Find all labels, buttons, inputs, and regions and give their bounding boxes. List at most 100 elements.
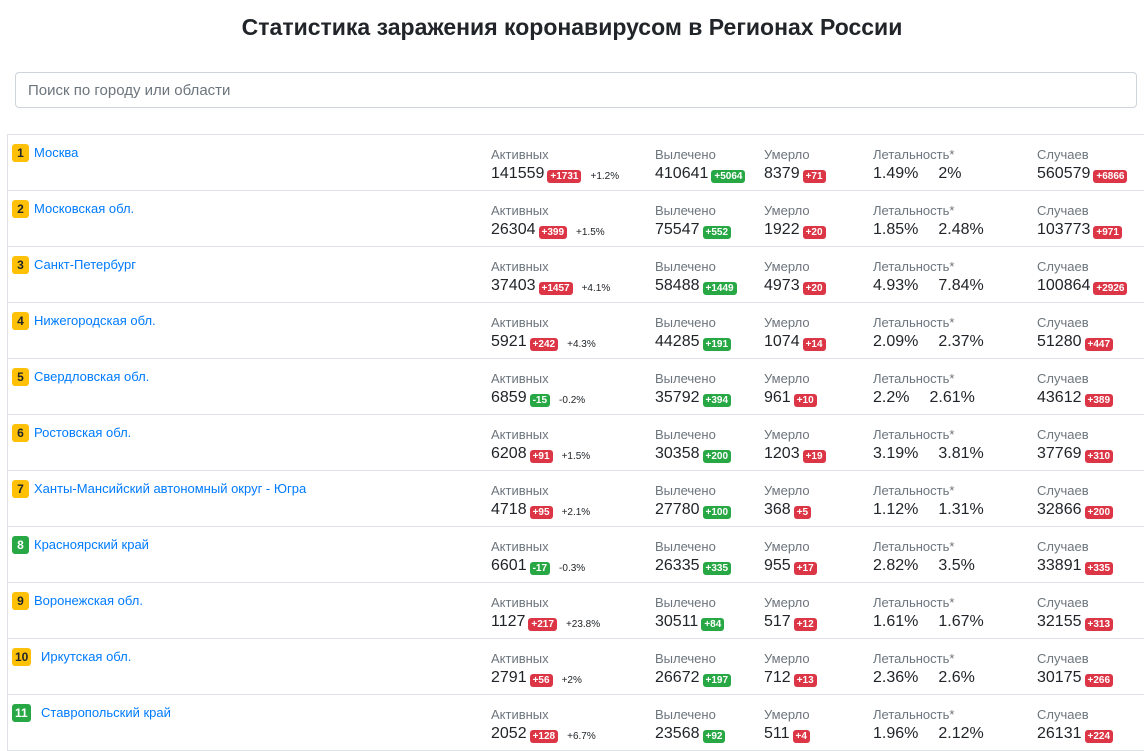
recovered-label: Вылечено <box>655 147 716 162</box>
active-cell: Активных 2052 +128 +6.7% <box>491 706 596 744</box>
cases-label: Случаев <box>1037 147 1089 162</box>
region-link[interactable]: Ростовская обл. <box>34 425 131 440</box>
cases-label: Случаев <box>1037 315 1089 330</box>
active-delta-badge: +217 <box>528 617 557 631</box>
active-value: 141559 <box>491 165 545 182</box>
region-link[interactable]: Красноярский край <box>34 537 149 552</box>
recovered-delta-badge: +1449 <box>702 281 737 295</box>
region-link[interactable]: Санкт-Петербург <box>34 257 136 272</box>
recovered-cell: Вылечено 410641 +5064 <box>655 146 746 184</box>
active-label: Активных <box>491 595 549 610</box>
recovered-value: 30511 <box>655 613 699 630</box>
died-label: Умерло <box>764 707 810 722</box>
rank-badge: 2 <box>12 200 29 218</box>
cases-cell: Случаев 43612 +389 <box>1037 370 1114 408</box>
recovered-cell: Вылечено 30358 +200 <box>655 426 732 464</box>
search-input[interactable] <box>15 72 1137 108</box>
died-value: 1922 <box>764 221 800 238</box>
died-value: 961 <box>764 389 791 406</box>
active-value: 6601 <box>491 557 527 574</box>
lethality-label: Летальность* <box>873 651 955 666</box>
recovered-label: Вылечено <box>655 371 716 386</box>
active-value: 6859 <box>491 389 527 406</box>
recovered-label: Вылечено <box>655 539 716 554</box>
died-delta-badge: +71 <box>802 169 826 183</box>
recovered-delta-badge: +552 <box>702 225 732 239</box>
died-label: Умерло <box>764 259 810 274</box>
active-cell: Активных 37403 +1457 +4.1% <box>491 258 610 296</box>
lethality-value-2: 2.37% <box>938 333 984 350</box>
recovered-delta-badge: +394 <box>702 393 732 407</box>
recovered-delta-badge: +5064 <box>711 169 746 183</box>
region-link[interactable]: Москва <box>34 145 78 160</box>
cases-value: 51280 <box>1037 333 1082 350</box>
lethality-value-2: 2.48% <box>938 221 984 238</box>
died-cell: Умерло 517 +12 <box>764 594 817 632</box>
region-link[interactable]: Воронежская обл. <box>34 593 143 608</box>
died-value: 955 <box>764 557 791 574</box>
lethality-value-2: 2% <box>938 165 962 182</box>
lethality-cell: Летальность* 1.49% 2% <box>873 146 962 184</box>
cases-cell: Случаев 560579 +6866 <box>1037 146 1128 184</box>
recovered-value: 26672 <box>655 669 700 686</box>
lethality-value-2: 2.12% <box>938 725 984 742</box>
died-label: Умерло <box>764 595 810 610</box>
cases-value: 30175 <box>1037 669 1082 686</box>
region-link[interactable]: Московская обл. <box>34 201 134 216</box>
lethality-cell: Летальность* 2.82% 3.5% <box>873 538 975 576</box>
recovered-label: Вылечено <box>655 483 716 498</box>
region-link[interactable]: Нижегородская обл. <box>34 313 156 328</box>
active-value: 5921 <box>491 333 527 350</box>
died-delta-badge: +5 <box>793 505 812 519</box>
died-delta-badge: +19 <box>802 449 826 463</box>
cases-label: Случаев <box>1037 483 1089 498</box>
died-delta-badge: +12 <box>793 617 817 631</box>
recovered-value: 27780 <box>655 501 700 518</box>
active-delta-badge: +56 <box>529 673 553 687</box>
lethality-cell: Летальность* 1.61% 1.67% <box>873 594 984 632</box>
rank-badge: 11 <box>12 704 31 722</box>
cases-delta-badge: +2926 <box>1093 281 1128 295</box>
cases-delta-badge: +224 <box>1084 729 1114 743</box>
died-delta-badge: +17 <box>793 561 817 575</box>
lethality-value-2: 3.5% <box>938 557 975 574</box>
active-value: 37403 <box>491 277 536 294</box>
rank-badge: 1 <box>12 144 29 162</box>
active-percent: +1.5% <box>576 226 605 238</box>
recovered-cell: Вылечено 23568 +92 <box>655 706 726 744</box>
active-label: Активных <box>491 707 549 722</box>
died-delta-badge: +20 <box>802 281 826 295</box>
lethality-label: Летальность* <box>873 539 955 554</box>
died-delta-badge: +13 <box>793 673 817 687</box>
died-delta-badge: +14 <box>802 337 826 351</box>
lethality-value-1: 2.09% <box>873 333 919 350</box>
region-link[interactable]: Свердловская обл. <box>34 369 149 384</box>
active-cell: Активных 6859 -15 -0.2% <box>491 370 585 408</box>
active-label: Активных <box>491 203 549 218</box>
rank-badge: 3 <box>12 256 29 274</box>
table-row: 3 Санкт-Петербург Активных 37403 +1457 +… <box>8 247 1144 303</box>
cases-label: Случаев <box>1037 595 1089 610</box>
died-label: Умерло <box>764 539 810 554</box>
table-row: 8 Красноярский край Активных 6601 -17 -0… <box>8 527 1144 583</box>
rank-badge: 9 <box>12 592 29 610</box>
cases-label: Случаев <box>1037 259 1089 274</box>
recovered-label: Вылечено <box>655 259 716 274</box>
lethality-value-1: 1.12% <box>873 501 919 518</box>
lethality-cell: Летальность* 1.96% 2.12% <box>873 706 984 744</box>
region-link[interactable]: Ханты-Мансийский автономный округ - Югра <box>34 481 306 496</box>
died-cell: Умерло 712 +13 <box>764 650 817 688</box>
lethality-value-1: 3.19% <box>873 445 919 462</box>
active-cell: Активных 6601 -17 -0.3% <box>491 538 585 576</box>
rank-badge: 8 <box>12 536 29 554</box>
region-link[interactable]: Иркутская обл. <box>41 649 131 664</box>
lethality-cell: Летальность* 1.85% 2.48% <box>873 202 984 240</box>
recovered-cell: Вылечено 75547 +552 <box>655 202 732 240</box>
lethality-label: Летальность* <box>873 315 955 330</box>
cases-delta-badge: +335 <box>1084 561 1114 575</box>
cases-delta-badge: +266 <box>1084 673 1114 687</box>
region-link[interactable]: Ставропольский край <box>41 705 171 720</box>
lethality-value-1: 1.49% <box>873 165 919 182</box>
recovered-cell: Вылечено 27780 +100 <box>655 482 732 520</box>
active-label: Активных <box>491 259 549 274</box>
